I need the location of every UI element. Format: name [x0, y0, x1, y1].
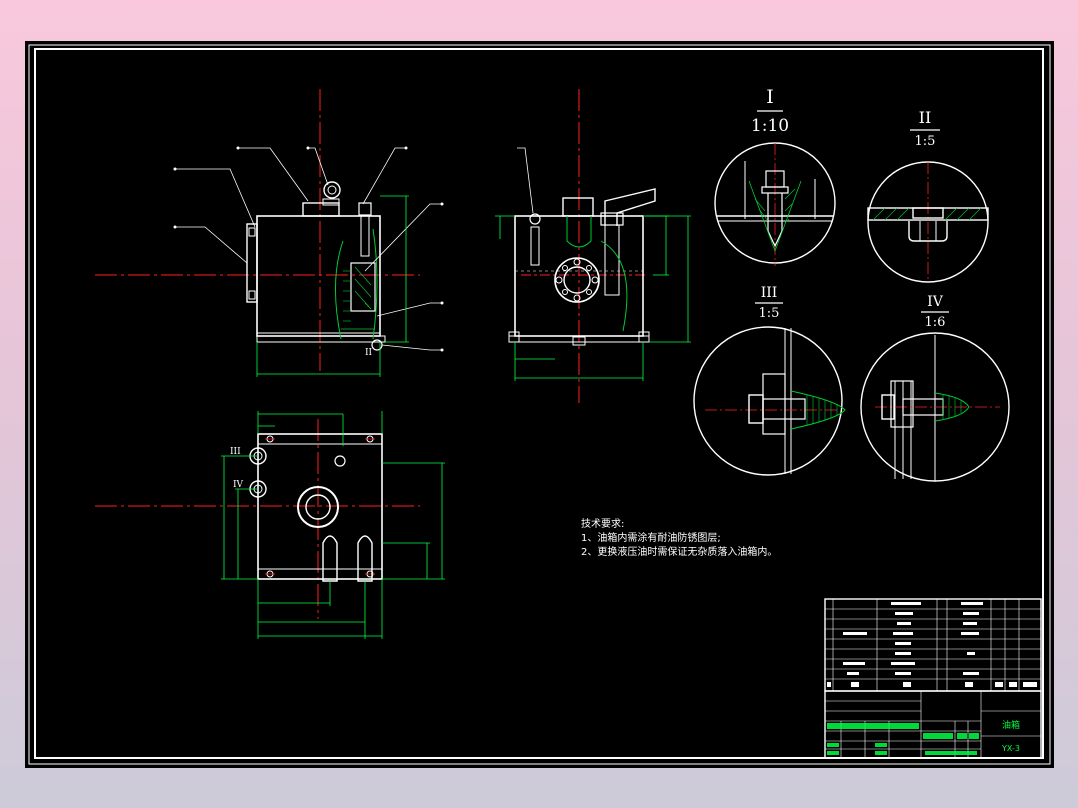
- detail-view-iv: IV 1:6: [860, 294, 1010, 482]
- tech-req-heading: 技术要求:: [581, 517, 624, 530]
- detail-marker-iv: IV: [233, 480, 244, 490]
- detail-ii-label: II: [919, 108, 932, 127]
- front-dimensions: [256, 195, 409, 377]
- detail-iv-label: IV: [927, 294, 944, 310]
- top-pipe-slot-1: [322, 535, 338, 582]
- tech-requirements: 技术要求: 1、油箱内需涂有耐油防锈图层; 2、更换液压油时需保证无杂质落入油箱…: [581, 517, 777, 558]
- side-view: [495, 89, 691, 403]
- side-top-cap: [562, 197, 594, 217]
- cad-drawing: II III IV I 1:10 II 1:5 III 1:5 IV 1:6 技…: [28, 44, 1051, 765]
- detail-view-i: I 1:10: [714, 86, 836, 266]
- front-leaders: [175, 147, 442, 351]
- detail-view-ii: II 1:5: [867, 108, 989, 283]
- detail-ii-scale: 1:5: [915, 134, 936, 149]
- detail-iii-scale: 1:5: [759, 306, 780, 321]
- title-block: 油箱 YX-3: [824, 598, 1042, 759]
- tech-req-item-2: 2、更换液压油时需保证无杂质落入油箱内。: [581, 545, 777, 558]
- detail-view-iii: III 1:5: [693, 285, 846, 476]
- tech-req-item-1: 1、油箱内需涂有耐油防锈图层;: [581, 531, 721, 544]
- detail-i-scale: 1:10: [751, 116, 789, 136]
- detail-iv-scale: 1:6: [925, 315, 946, 330]
- drawing-code: YX-3: [1001, 744, 1020, 753]
- breather-cap: [323, 181, 341, 199]
- front-view: II: [95, 89, 444, 377]
- return-pipe: [604, 188, 656, 226]
- detail-iii-label: III: [761, 285, 778, 301]
- side-dimensions: [495, 215, 691, 381]
- filter-element: [350, 262, 376, 312]
- front-tank-body: [256, 215, 381, 337]
- top-dimensions: [221, 411, 445, 639]
- front-base-plate: [256, 335, 386, 343]
- detail-i-label: I: [766, 86, 774, 108]
- drawing-name: 油箱: [1002, 719, 1020, 731]
- outer-border: [28, 44, 1051, 765]
- inner-border: [34, 48, 1044, 759]
- top-view: III IV: [95, 411, 445, 639]
- drawing-sheet: II III IV I 1:10 II 1:5 III 1:5 IV 1:6 技…: [25, 41, 1054, 768]
- detail-marker-iii: III: [230, 447, 241, 457]
- detail-marker-ii: II: [365, 348, 373, 358]
